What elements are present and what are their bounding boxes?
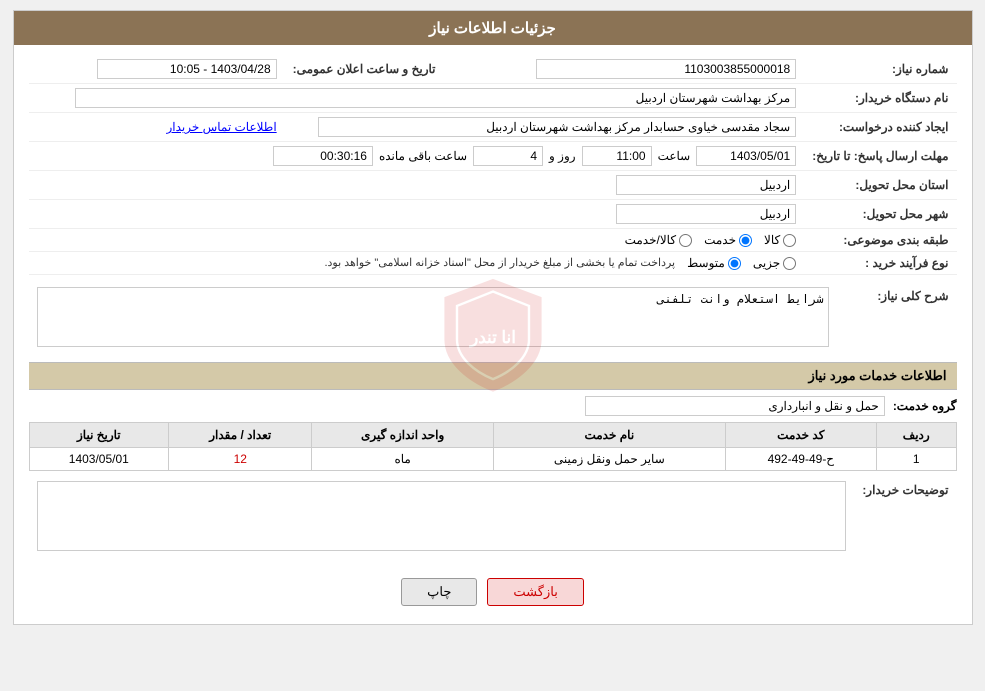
purchase-motavasset-radio[interactable]	[728, 257, 741, 270]
cell-unit: ماه	[312, 448, 494, 471]
need-number-label: شماره نیاز:	[804, 55, 956, 84]
creator-label: ایجاد کننده درخواست:	[804, 113, 956, 142]
buyer-org-label: نام دستگاه خریدار:	[804, 84, 956, 113]
page-title: جزئیات اطلاعات نیاز	[429, 20, 556, 37]
col-name: نام خدمت	[493, 423, 725, 448]
services-table-body: 1 ح-49-49-492 سایر حمل ونقل زمینی ماه 12…	[29, 448, 956, 471]
remaining-time-input[interactable]	[273, 146, 373, 166]
deadline-date-input[interactable]	[696, 146, 796, 166]
table-row: 1 ح-49-49-492 سایر حمل ونقل زمینی ماه 12…	[29, 448, 956, 471]
purchase-jozi-text: جزیی	[753, 256, 780, 270]
purchase-type-label: نوع فرآیند خرید :	[804, 252, 956, 275]
buyer-notes-table: توضیحات خریدار:	[29, 477, 957, 558]
sharh-label: شرح کلی نیاز:	[837, 283, 957, 354]
service-group-input[interactable]	[585, 396, 885, 416]
page-header: جزئیات اطلاعات نیاز	[14, 11, 972, 45]
province-value	[29, 171, 805, 200]
category-khadamat-radio[interactable]	[739, 234, 752, 247]
col-row: ردیف	[876, 423, 956, 448]
sharh-value: <span data-bind="sharh_section.placehold…	[29, 283, 837, 354]
purchase-motavasset-label[interactable]: متوسط	[687, 256, 741, 270]
sharh-textarea[interactable]: <span data-bind="sharh_section.placehold…	[37, 287, 829, 347]
deadline-label: مهلت ارسال پاسخ: تا تاریخ:	[804, 142, 956, 171]
category-khadamat-text: خدمت	[704, 233, 736, 247]
category-both-radio[interactable]	[679, 234, 692, 247]
city-label: شهر محل تحویل:	[804, 200, 956, 229]
deadline-time-label: ساعت	[658, 149, 691, 163]
service-group-row: گروه خدمت:	[29, 396, 957, 416]
services-section-header: اطلاعات خدمات مورد نیاز	[29, 362, 957, 390]
announce-date-label: تاریخ و ساعت اعلان عمومی:	[285, 55, 444, 84]
buyer-notes-label: توضیحات خریدار:	[854, 477, 956, 558]
announce-date-input[interactable]	[97, 59, 277, 79]
info-table: شماره نیاز: تاریخ و ساعت اعلان عمومی: نا…	[29, 55, 957, 275]
purchase-jozi-label[interactable]: جزیی	[753, 256, 796, 270]
back-button[interactable]: بازگشت	[487, 578, 583, 606]
cell-name: سایر حمل ونقل زمینی	[493, 448, 725, 471]
category-kala-label[interactable]: کالا	[764, 233, 796, 247]
announce-date-value	[29, 55, 285, 84]
sharh-table: شرح کلی نیاز: <span data-bind="sharh_sec…	[29, 283, 957, 354]
category-value: کالا خدمت کالا/خدمت	[29, 229, 805, 252]
page-container: جزئیات اطلاعات نیاز انا تندر شماره نیاز:…	[13, 10, 973, 625]
sharh-row: شرح کلی نیاز: <span data-bind="sharh_sec…	[29, 283, 957, 354]
days-label: روز و	[549, 149, 576, 163]
col-date: تاریخ نیاز	[29, 423, 169, 448]
contact-link[interactable]: اطلاعات تماس خریدار	[166, 120, 276, 134]
button-group: بازگشت چاپ	[29, 566, 957, 614]
contact-link-cell: اطلاعات تماس خریدار	[29, 113, 285, 142]
cell-date: 1403/05/01	[29, 448, 169, 471]
buyer-org-input[interactable]	[75, 88, 797, 108]
creator-row: ایجاد کننده درخواست: اطلاعات تماس خریدار	[29, 113, 957, 142]
category-label: طبقه بندی موضوعی:	[804, 229, 956, 252]
purchase-type-note: پرداخت تمام یا بخشی از مبلغ خریدار از مح…	[324, 256, 675, 269]
services-table: ردیف کد خدمت نام خدمت واحد اندازه گیری ت…	[29, 422, 957, 471]
province-row: استان محل تحویل:	[29, 171, 957, 200]
purchase-motavasset-text: متوسط	[687, 256, 725, 270]
need-number-row: شماره نیاز: تاریخ و ساعت اعلان عمومی:	[29, 55, 957, 84]
need-number-input[interactable]	[536, 59, 796, 79]
category-kala-text: کالا	[764, 233, 780, 247]
cell-qty: 12	[169, 448, 312, 471]
category-both-text: کالا/خدمت	[625, 233, 676, 247]
service-group-label: گروه خدمت:	[893, 399, 957, 413]
category-both-label[interactable]: کالا/خدمت	[625, 233, 692, 247]
creator-input[interactable]	[318, 117, 796, 137]
deadline-value: ساعت روز و ساعت باقی مانده	[29, 142, 805, 171]
col-qty: تعداد / مقدار	[169, 423, 312, 448]
purchase-type-value: جزیی متوسط پرداخت تمام یا بخشی از مبلغ خ…	[29, 252, 805, 275]
purchase-jozi-radio[interactable]	[783, 257, 796, 270]
deadline-time-input[interactable]	[582, 146, 652, 166]
content-area: انا تندر شماره نیاز: تاریخ و ساعت اعلان …	[14, 45, 972, 624]
buyer-notes-value	[29, 477, 855, 558]
col-unit: واحد اندازه گیری	[312, 423, 494, 448]
province-label: استان محل تحویل:	[804, 171, 956, 200]
city-input[interactable]	[616, 204, 796, 224]
cell-row: 1	[876, 448, 956, 471]
cell-code: ح-49-49-492	[725, 448, 876, 471]
services-table-head: ردیف کد خدمت نام خدمت واحد اندازه گیری ت…	[29, 423, 956, 448]
province-input[interactable]	[616, 175, 796, 195]
print-button[interactable]: چاپ	[401, 578, 477, 606]
deadline-row: مهلت ارسال پاسخ: تا تاریخ: ساعت روز و سا…	[29, 142, 957, 171]
buyer-org-row: نام دستگاه خریدار:	[29, 84, 957, 113]
category-khadamat-label[interactable]: خدمت	[704, 233, 752, 247]
purchase-type-row: نوع فرآیند خرید : جزیی متوسط پرداخت تمام…	[29, 252, 957, 275]
city-row: شهر محل تحویل:	[29, 200, 957, 229]
need-number-value	[444, 55, 805, 84]
city-value	[29, 200, 805, 229]
category-kala-radio[interactable]	[783, 234, 796, 247]
buyer-org-value	[29, 84, 805, 113]
category-row: طبقه بندی موضوعی: کالا خدمت	[29, 229, 957, 252]
buyer-notes-textarea[interactable]	[37, 481, 847, 551]
buyer-notes-row: توضیحات خریدار:	[29, 477, 957, 558]
creator-value	[285, 113, 805, 142]
remaining-label: ساعت باقی مانده	[379, 149, 467, 163]
col-code: کد خدمت	[725, 423, 876, 448]
services-table-header-row: ردیف کد خدمت نام خدمت واحد اندازه گیری ت…	[29, 423, 956, 448]
days-input[interactable]	[473, 146, 543, 166]
